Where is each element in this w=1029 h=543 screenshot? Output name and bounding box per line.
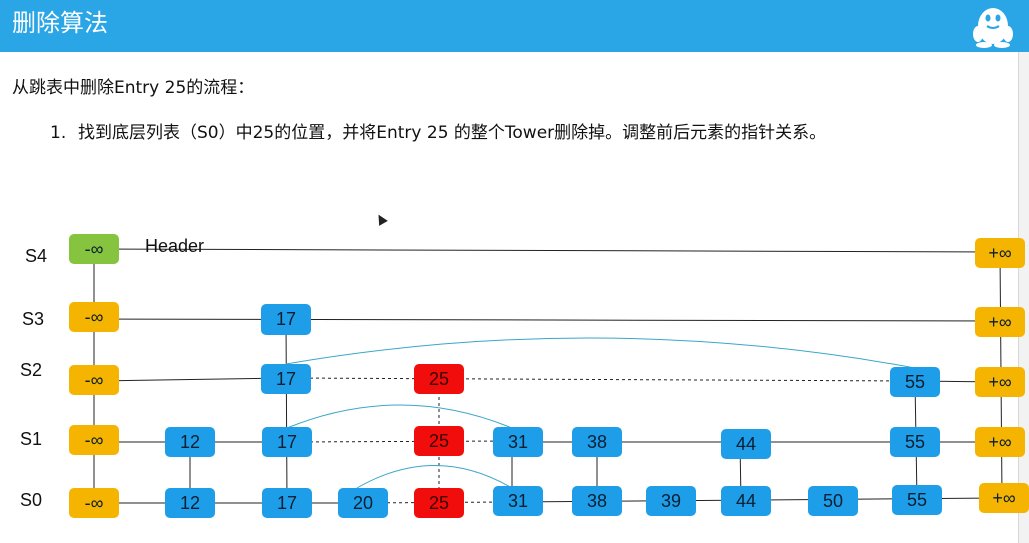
node-s1-55: 55 [890,427,940,457]
node-s0-pos-inf: +∞ [979,483,1029,513]
level-label-s1: S1 [20,429,43,449]
node-s4-neg-inf: -∞ [69,234,119,264]
node-s1-38: 38 [572,427,622,457]
node-s0-55: 55 [892,485,942,515]
node-s1-12: 12 [165,427,215,457]
node-s0-31: 31 [493,486,543,516]
level-label-s2: S2 [20,360,43,380]
node-s2-25-deleted: 25 [414,364,464,394]
node-s2-neg-inf: -∞ [69,365,119,395]
node-s2-55: 55 [890,367,940,397]
node-s0-44: 44 [721,486,771,516]
node-s1-31: 31 [493,427,543,457]
node-s3-neg-inf: -∞ [69,302,119,332]
node-s0-17: 17 [262,488,312,518]
node-s1-neg-inf: -∞ [69,425,119,455]
node-s1-44: 44 [721,429,771,459]
node-s2-pos-inf: +∞ [975,367,1025,397]
node-s4-pos-inf: +∞ [975,238,1025,268]
node-s2-17: 17 [261,364,311,394]
node-s0-20: 20 [338,488,388,518]
level-label-s3: S3 [22,309,45,329]
node-s0-neg-inf: -∞ [69,488,119,518]
node-s0-50: 50 [808,486,858,516]
level-label-s4: S4 [25,246,48,266]
node-s0-38: 38 [572,486,622,516]
node-s1-25-deleted: 25 [414,426,464,456]
node-s0-39: 39 [646,486,696,516]
node-s1-pos-inf: +∞ [975,427,1025,457]
level-label-s0: S0 [20,490,43,510]
node-s0-25-deleted: 25 [414,488,464,518]
node-s1-17: 17 [262,427,312,457]
skiplist-links [93,248,1003,504]
node-s0-12: 12 [165,488,215,518]
header-label: Header [145,236,205,256]
node-s3-pos-inf: +∞ [975,307,1025,337]
node-s3-17: 17 [261,304,311,335]
